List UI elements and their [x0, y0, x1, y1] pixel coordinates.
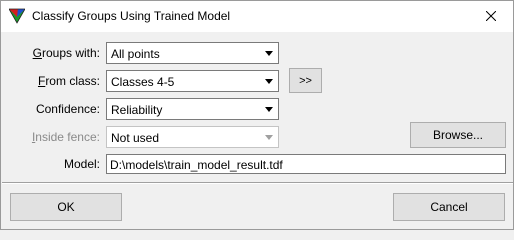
groups-with-label: Groups with: [32, 46, 100, 60]
browse-button[interactable]: Browse... [410, 122, 506, 148]
cancel-button[interactable]: Cancel [393, 193, 505, 221]
groups-with-value: All points [111, 47, 160, 61]
terrasolid-triangle-icon [8, 8, 26, 24]
close-x-icon [485, 10, 497, 24]
model-path-field[interactable]: D:\models\train_model_result.tdf [106, 154, 506, 174]
groups-with-dropdown[interactable]: All points [106, 42, 279, 64]
inside-fence-dropdown: Not used [106, 126, 279, 148]
confidence-label: Confidence: [35, 102, 100, 116]
select-classes-button[interactable]: >> [289, 68, 322, 93]
dialog-window: Classify Groups Using Trained Model Grou… [0, 0, 514, 230]
confidence-dropdown[interactable]: Reliability [106, 98, 279, 120]
window-title: Classify Groups Using Trained Model [32, 9, 231, 23]
title-bar[interactable]: Classify Groups Using Trained Model [1, 1, 513, 32]
model-path-value: D:\models\train_model_result.tdf [110, 158, 283, 172]
inside-fence-label: Inside fence: [31, 130, 100, 144]
from-class-dropdown[interactable]: Classes 4-5 [106, 70, 279, 92]
chevron-down-icon[interactable] [260, 71, 278, 91]
ok-button[interactable]: OK [10, 193, 122, 221]
from-class-value: Classes 4-5 [111, 75, 175, 89]
inside-fence-value: Not used [111, 131, 160, 145]
chevron-down-icon[interactable] [260, 99, 278, 119]
chevron-down-icon [260, 127, 278, 147]
close-button[interactable] [469, 1, 513, 32]
footer-separator [2, 182, 513, 184]
confidence-value: Reliability [111, 103, 163, 117]
model-label: Model: [63, 157, 100, 171]
from-class-label: From class: [37, 74, 100, 88]
chevron-down-icon[interactable] [260, 43, 278, 63]
